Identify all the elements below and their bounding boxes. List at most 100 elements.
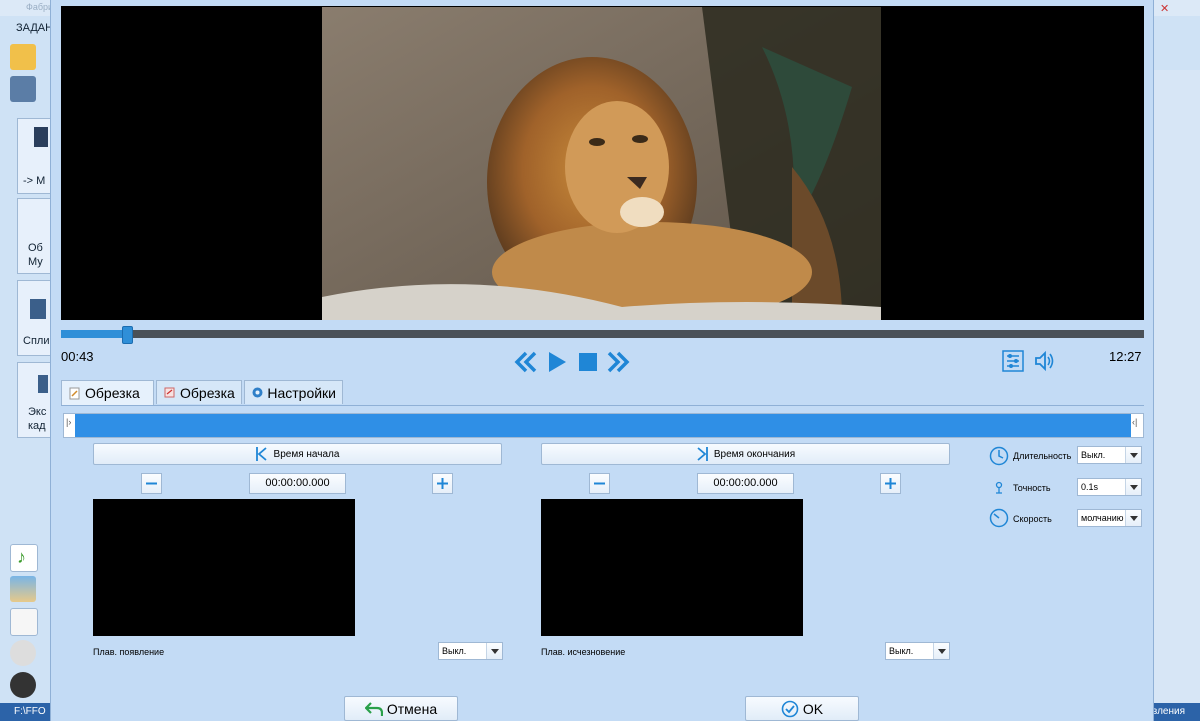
tab-crop-label: Обрезка	[180, 384, 235, 401]
trim-range-bar[interactable]: |› ‹|	[63, 413, 1144, 438]
document-edit-icon[interactable]	[10, 608, 38, 636]
end-marker-icon	[697, 447, 708, 461]
trim-dialog: 00:43 12:27 Обрезка Обрезка Настройки |›…	[50, 0, 1154, 721]
speed-select[interactable]: молчанию	[1077, 509, 1142, 527]
play-icon	[549, 352, 566, 372]
end-time-field[interactable]: 00:00:00.000	[697, 473, 794, 494]
background-close-icon[interactable]: ✕	[1160, 2, 1172, 15]
minus-icon	[146, 482, 157, 485]
speed-value: молчанию	[1081, 513, 1124, 523]
trim-range-fill	[75, 414, 1131, 437]
start-frame-preview	[93, 499, 355, 636]
duration-select[interactable]: Выкл.	[1077, 446, 1142, 464]
gear-icon	[252, 387, 263, 398]
crop-icon	[164, 387, 175, 398]
chevron-down-icon	[1125, 510, 1141, 526]
sliders-icon	[1002, 350, 1024, 372]
start-plus-button[interactable]	[432, 473, 453, 494]
cancel-button[interactable]: Отмена	[344, 696, 458, 721]
background-tile-1-label: -> M	[23, 175, 46, 187]
background-tile-1[interactable]: -> M	[17, 118, 51, 194]
rewind-button[interactable]	[514, 350, 538, 374]
set-start-time-label: Время начала	[273, 448, 340, 460]
fade-out-value: Выкл.	[889, 646, 914, 656]
tab-settings[interactable]: Настройки	[244, 380, 343, 404]
duration-value: Выкл.	[1081, 450, 1106, 460]
seek-progress	[61, 330, 128, 338]
fade-in-label: Плав. появление	[93, 647, 165, 657]
speaker-icon	[1035, 350, 1054, 372]
set-end-time-button[interactable]: Время окончания	[541, 443, 950, 465]
background-tile-4-label: Экс кад	[28, 406, 47, 432]
ok-label: OK	[802, 700, 824, 717]
background-tile-3-label: Спли	[23, 335, 50, 347]
image-icon[interactable]	[10, 576, 36, 602]
rewind-icon	[514, 351, 537, 373]
start-marker-icon	[255, 447, 267, 461]
background-tile-2-label: Об Му	[28, 242, 43, 268]
set-start-time-button[interactable]: Время начала	[93, 443, 502, 465]
speed-label: Скорость	[1013, 514, 1052, 524]
background-tile-4[interactable]: Экс кад	[17, 362, 51, 438]
fade-in-value: Выкл.	[442, 646, 467, 656]
range-start-handle[interactable]: |›	[66, 417, 74, 433]
music-icon[interactable]: ♪	[10, 544, 38, 572]
scissors-doc-icon	[69, 387, 80, 399]
tab-trim-label: Обрезка	[85, 385, 140, 401]
film-icon[interactable]	[10, 76, 36, 102]
seek-handle[interactable]	[122, 326, 134, 344]
plus-icon	[885, 478, 896, 489]
tab-trim[interactable]: Обрезка	[61, 380, 154, 405]
folder-icon[interactable]	[10, 44, 36, 70]
background-tile-2[interactable]: Об Му	[17, 198, 51, 274]
speedometer-icon	[989, 508, 1009, 528]
end-frame-preview	[541, 499, 803, 636]
film-reel-icon[interactable]	[10, 672, 36, 698]
background-status-path: F:\FFO	[14, 706, 46, 717]
stop-button[interactable]	[576, 350, 600, 374]
fade-out-label: Плав. исчезновение	[541, 647, 626, 657]
end-minus-button[interactable]	[589, 473, 610, 494]
disc-icon[interactable]	[10, 640, 36, 666]
chevron-down-icon	[933, 643, 949, 659]
chevron-down-icon	[486, 643, 502, 659]
cancel-label: Отмена	[386, 700, 438, 717]
start-minus-button[interactable]	[141, 473, 162, 494]
end-plus-button[interactable]	[880, 473, 901, 494]
fade-out-select[interactable]: Выкл.	[885, 642, 950, 660]
check-circle-icon	[781, 700, 799, 717]
tab-bar: Обрезка Обрезка Настройки	[61, 380, 1144, 406]
duration-label: Длительность	[1013, 451, 1072, 461]
video-preview[interactable]	[61, 6, 1144, 320]
chevron-down-icon	[1125, 447, 1141, 463]
background-right-panel	[1150, 70, 1200, 710]
clock-icon	[989, 446, 1009, 466]
equalizer-button[interactable]	[1002, 350, 1024, 372]
current-time: 00:43	[61, 349, 94, 364]
precision-icon	[995, 481, 1003, 494]
accuracy-select[interactable]: 0.1s	[1077, 478, 1142, 496]
set-end-time-label: Время окончания	[713, 448, 796, 460]
range-end-handle[interactable]: ‹|	[1132, 417, 1140, 433]
tab-settings-label: Настройки	[267, 384, 336, 401]
seek-bar[interactable]	[61, 326, 1144, 344]
plus-icon	[437, 478, 448, 489]
ok-button[interactable]: OK	[745, 696, 859, 721]
fast-forward-icon	[607, 351, 630, 373]
fade-in-select[interactable]: Выкл.	[438, 642, 503, 660]
stop-icon	[579, 353, 597, 371]
background-sidebar: -> M Об Му Спли Экс кад ♪	[0, 36, 51, 706]
minus-icon	[594, 482, 605, 485]
play-button[interactable]	[545, 350, 569, 374]
fast-forward-button[interactable]	[606, 350, 630, 374]
total-time: 12:27	[1109, 349, 1142, 364]
background-tile-3[interactable]: Спли	[17, 280, 51, 356]
accuracy-label: Точность	[1013, 483, 1051, 493]
accuracy-value: 0.1s	[1081, 482, 1099, 492]
tab-crop[interactable]: Обрезка	[156, 380, 242, 404]
chevron-down-icon	[1125, 479, 1141, 495]
start-time-field[interactable]: 00:00:00.000	[249, 473, 346, 494]
undo-arrow-icon	[364, 701, 383, 716]
volume-button[interactable]	[1033, 350, 1055, 372]
background-status-right: вления	[1152, 706, 1186, 717]
